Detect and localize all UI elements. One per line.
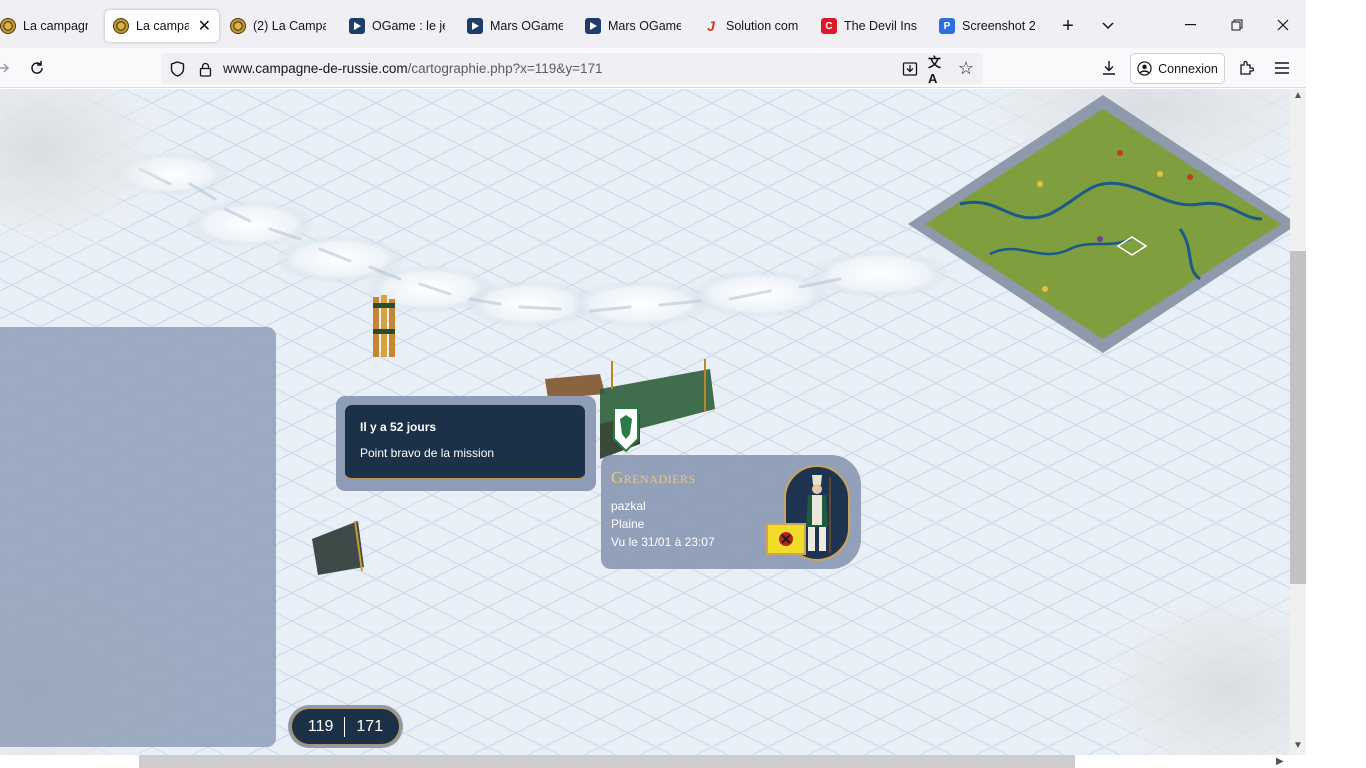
downloads-icon[interactable] <box>1098 57 1120 79</box>
tab-title: La campagne <box>136 19 189 33</box>
tab-mars-ogame-2[interactable]: Mars OGame <box>577 10 689 42</box>
ogame-favicon-icon <box>349 18 365 34</box>
forward-arrow-icon[interactable] <box>0 58 12 78</box>
ogame-favicon-icon <box>467 18 483 34</box>
login-label: Connexion <box>1158 61 1218 76</box>
save-page-icon[interactable] <box>900 59 920 79</box>
new-tab-plus-icon[interactable]: + <box>1057 15 1079 37</box>
tab-title: Mars OGame <box>490 19 563 33</box>
login-button[interactable]: Connexion <box>1130 53 1225 84</box>
tab-title: Mars OGame <box>608 19 681 33</box>
tab-solution[interactable]: J Solution comp <box>695 10 807 42</box>
tab-mars-ogame-1[interactable]: Mars OGame <box>459 10 571 42</box>
close-tab-icon[interactable]: ✕ <box>198 16 211 36</box>
tab-campagne-active[interactable]: La campagne ✕ <box>105 10 219 42</box>
tab-strip: La campagne La campagne ✕ (2) La Campagn… <box>0 0 1306 48</box>
unit-terrain: Plaine <box>611 517 645 531</box>
troop-column-north[interactable] <box>373 295 395 357</box>
tab-title: The Devil Insic <box>844 19 917 33</box>
minimize-icon[interactable] <box>1180 14 1202 36</box>
unit-owner: pazkal <box>611 499 646 513</box>
tab-title: La campagne <box>23 19 88 33</box>
url-path: /cartographie.php?x=119&y=171 <box>407 61 603 76</box>
mission-time: Il y a 52 jours <box>360 420 437 434</box>
coord-x: 119 <box>307 717 334 735</box>
url-text: www.campagne-de-russie.com/cartographie.… <box>223 61 602 76</box>
ogame-favicon-icon <box>585 18 601 34</box>
unit-card[interactable]: Grenadiers pazkal Plaine Vu le 31/01 à 2… <box>601 455 861 569</box>
coord-y: 171 <box>356 717 384 735</box>
tab-title: Screenshot 20 <box>962 19 1035 33</box>
tab-screenshot[interactable]: P Screenshot 20 <box>931 10 1043 42</box>
reload-icon[interactable] <box>26 57 48 79</box>
extensions-icon[interactable] <box>1235 57 1257 79</box>
unit-name: Grenadiers <box>611 468 696 487</box>
scroll-right-arrow-icon[interactable]: ▶ <box>1276 756 1284 767</box>
mission-tooltip: Il y a 52 jours Point bravo de la missio… <box>336 396 596 491</box>
vertical-scroll-thumb[interactable] <box>1290 251 1306 584</box>
tab-title: Solution comp <box>726 19 799 33</box>
lock-icon[interactable] <box>195 59 215 79</box>
campagne-favicon-icon <box>0 18 16 34</box>
tab-campagne-1[interactable]: La campagne <box>0 10 96 42</box>
mission-tooltip-body: Il y a 52 jours Point bravo de la missio… <box>345 405 585 480</box>
translate-icon[interactable]: 文A <box>928 55 948 86</box>
coord-separator <box>344 716 346 737</box>
j-favicon-icon: J <box>707 18 715 34</box>
tab-campagne-3[interactable]: (2) La Campagne <box>222 10 334 42</box>
screenshot-favicon-icon: P <box>939 18 955 34</box>
regiment-flag-icon <box>766 523 806 555</box>
unit-seen-time: Vu le 31/01 à 23:07 <box>611 535 715 549</box>
campagne-favicon-icon <box>230 18 246 34</box>
tab-title: OGame : le jeu <box>372 19 445 33</box>
coordinates-display: 119 171 <box>290 707 401 746</box>
navigation-bar: www.campagne-de-russie.com/cartographie.… <box>0 48 1306 88</box>
campagne-favicon-icon <box>113 18 129 34</box>
shield-icon[interactable] <box>167 59 187 79</box>
close-window-icon[interactable] <box>1272 14 1294 36</box>
scroll-up-arrow-icon[interactable]: ▲ <box>1293 90 1303 101</box>
tab-title: (2) La Campagne <box>253 19 326 33</box>
devil-favicon-icon: C <box>821 18 837 34</box>
menu-hamburger-icon[interactable] <box>1271 57 1293 79</box>
bookmark-star-icon[interactable]: ☆ <box>956 58 976 78</box>
account-icon <box>1137 61 1152 76</box>
mission-text: Point bravo de la mission <box>360 446 495 460</box>
tab-ogame[interactable]: OGame : le jeu <box>341 10 453 42</box>
address-bar[interactable]: www.campagne-de-russie.com/cartographie.… <box>161 53 983 86</box>
url-domain: www.campagne-de-russie.com <box>223 61 408 76</box>
side-panel <box>0 327 276 747</box>
map-viewport[interactable]: Il y a 52 jours Point bravo de la missio… <box>0 89 1290 755</box>
horizontal-scroll-thumb[interactable] <box>139 755 1075 768</box>
list-tabs-chevron-icon[interactable] <box>1097 15 1119 37</box>
tab-devil[interactable]: C The Devil Insic <box>813 10 925 42</box>
restore-icon[interactable] <box>1226 14 1248 36</box>
scroll-down-arrow-icon[interactable]: ▼ <box>1293 740 1303 751</box>
